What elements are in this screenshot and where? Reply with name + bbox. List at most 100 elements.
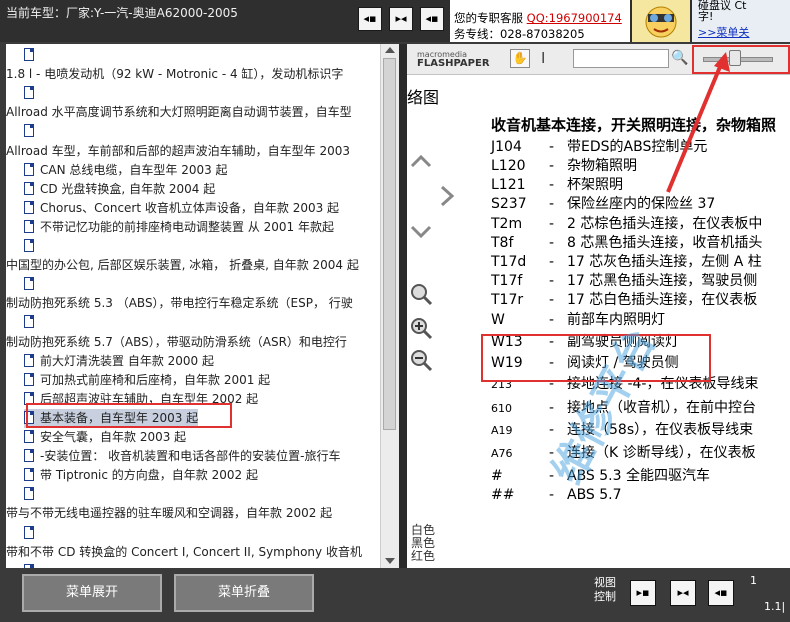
tree-item-label: 制动防抱死系统 5.7（ABS），带驱动防滑系统（ASR）和电控行 xyxy=(6,334,347,349)
tree-item-label: CD 光盘转换盒, 自年款 2004 起 xyxy=(40,181,216,196)
legend-code: T17f xyxy=(491,273,523,289)
legend-desc: 杯架照明 xyxy=(567,177,623,193)
tree-group-item[interactable]: 中国型的办公包, 后部区娱乐装置, 冰箱， 折叠桌, 自年款 2004 起 xyxy=(6,256,359,275)
scroll-up-icon[interactable] xyxy=(385,47,395,53)
chat-menu-link[interactable]: >>菜单关 xyxy=(698,24,749,40)
tree-leaf-item[interactable] xyxy=(24,237,40,256)
zoom-out-icon[interactable] xyxy=(409,348,433,372)
legend-dash: - xyxy=(549,139,555,155)
view-single-button[interactable]: ◂▪ xyxy=(358,7,382,31)
zoom-fit-icon[interactable] xyxy=(409,282,433,306)
legend-row: A76- 连接（K 诊断导线），在仪表板 xyxy=(491,442,756,462)
view-control-label: 视图 控制 xyxy=(594,576,616,603)
tree-group-item[interactable]: 1.8 l - 电喷发动机（92 kW - Motronic - 4 缸），发动… xyxy=(6,65,343,84)
annotation-arrow xyxy=(666,52,730,193)
legend-desc: 8 芯黑色插头连接，收音机插头 xyxy=(567,235,763,251)
document-icon xyxy=(24,277,34,291)
legend-code: L121 xyxy=(491,177,526,193)
view-control-single-button[interactable]: ▸▪ xyxy=(630,580,656,606)
legend-row: W - 前部车内照明灯 xyxy=(491,309,665,329)
document-icon xyxy=(24,372,34,386)
pane-divider[interactable] xyxy=(399,44,407,568)
tree-leaf-item[interactable]: 可加热式前座椅和后座椅，自年款 2001 起 xyxy=(24,371,270,390)
top-bar: 当前车型：厂家:Y-一汽-奥迪A62000-2005 ◂▪ ▸◂ ◂▪ 您的专职… xyxy=(0,0,790,42)
menu-collapse-button[interactable]: 菜单折叠 xyxy=(174,574,314,612)
legend-row: L120 - 杂物箱照明 xyxy=(491,155,637,175)
legend-dash: - xyxy=(549,312,555,328)
tree-group-item[interactable]: 带与不带无线电遥控器的驻车暖风和空调器，自年款 2002 起 xyxy=(6,504,332,523)
view-control-right-button[interactable]: ◂▪ xyxy=(708,580,734,606)
legend-row: ## - ABS 5.7 xyxy=(491,487,622,503)
tree-leaf-item[interactable]: CAN 总线电缆，自车型年 2003 起 xyxy=(24,161,228,180)
page-heading-fragment: 络图 xyxy=(407,88,440,107)
legend-row: T17d -17 芯灰色插头连接，左侧 A 柱 xyxy=(491,251,762,271)
page-up-icon[interactable] xyxy=(409,150,433,174)
document-tree: 1.8 l - 电喷发动机（92 kW - Motronic - 4 缸），发动… xyxy=(6,44,380,568)
page-down-icon[interactable] xyxy=(409,219,433,243)
document-icon xyxy=(24,430,34,443)
tree-leaf-item[interactable] xyxy=(24,122,40,141)
view-control-split-button[interactable]: ▸◂ xyxy=(670,580,696,606)
tree-leaf-item[interactable]: 安全气囊，自年款 2003 起 xyxy=(24,428,186,447)
tree-group-item[interactable]: 制动防抱死系统 5.7（ABS），带驱动防滑系统（ASR）和电控行 xyxy=(6,333,347,352)
tree-leaf-item[interactable]: -安装位置： 收音机装置和电话各部件的安装位置-旅行车 xyxy=(24,447,340,466)
qq-link[interactable]: QQ:1967900174 xyxy=(527,11,622,25)
tree-item-label: 带 Tiptronic 的方向盘，自年款 2002 起 xyxy=(40,468,258,483)
document-icon xyxy=(24,487,34,501)
legend-desc: 17 芯白色插头连接，在仪表板 xyxy=(567,292,758,308)
tree-leaf-item[interactable] xyxy=(24,46,40,65)
tree-leaf-item[interactable]: CD 光盘转换盒, 自年款 2004 起 xyxy=(24,180,215,199)
support-phone: 务专线：028-87038205 xyxy=(454,27,585,41)
support-line-1: 您的专职客服 QQ:1967900174 xyxy=(454,11,622,25)
tree-group-item[interactable]: Allroad 水平高度调节系统和大灯照明距离自动调节装置，自车型 xyxy=(6,103,352,122)
tree-item-label: Chorus、Concert 收音机立体声设备，自年款 2003 起 xyxy=(40,200,340,215)
page-next-icon[interactable] xyxy=(437,184,457,208)
hand-tool-icon[interactable]: ✋ xyxy=(510,49,530,68)
text-select-icon[interactable]: I xyxy=(541,49,545,67)
tree-leaf-item[interactable] xyxy=(24,84,40,103)
find-input[interactable] xyxy=(573,49,669,68)
document-icon xyxy=(24,353,34,367)
tree-leaf-item[interactable] xyxy=(24,275,40,294)
legend-desc: ABS 5.7 xyxy=(567,487,622,503)
bottom-bar: 菜单展开 菜单折叠 视图 控制 ▸▪ ▸◂ ◂▪ 1 1.1| xyxy=(0,568,790,622)
tree-leaf-item[interactable]: 不带记忆功能的前排座椅电动调整装置 从 2001 年款起 xyxy=(24,218,334,237)
tree-item-label: -安装位置： 收音机装置和电话各部件的安装位置-旅行车 xyxy=(40,449,341,464)
tree-scrollbar[interactable] xyxy=(380,44,399,568)
menu-expand-button[interactable]: 菜单展开 xyxy=(22,574,162,612)
document-icon xyxy=(24,239,34,252)
legend-row: T8f -8 芯黑色插头连接，收音机插头 xyxy=(491,232,762,252)
view-split-button[interactable]: ▸◂ xyxy=(389,7,413,31)
tree-item-label: 制动防抱死系统 5.3 （ABS），带电控行车稳定系统（ESP， 行驶 xyxy=(6,296,353,311)
legend-desc: 杂物箱照明 xyxy=(567,158,637,174)
legend-dash: - xyxy=(549,292,555,308)
tree-item-label: 中国型的办公包, 后部区娱乐装置, 冰箱， 折叠桌, 自年款 2004 起 xyxy=(6,258,359,273)
zoom-in-icon[interactable] xyxy=(409,316,433,340)
legend-dash: - xyxy=(549,254,555,270)
tree-leaf-item[interactable]: 带 Tiptronic 的方向盘，自年款 2002 起 xyxy=(24,466,258,485)
tree-leaf-item[interactable] xyxy=(24,485,40,504)
view-right-button[interactable]: ◂▪ xyxy=(420,7,444,31)
scroll-down-icon[interactable] xyxy=(385,558,395,564)
document-icon xyxy=(24,449,34,463)
tree-group-item[interactable]: 制动防抱死系统 5.3 （ABS），带电控行车稳定系统（ESP， 行驶 xyxy=(6,294,353,313)
side-color-notes: 白色 黑色 红色 xyxy=(411,523,436,563)
tree-leaf-item[interactable] xyxy=(24,313,40,332)
flashpaper-logo: macromedia FLASHPAPER xyxy=(417,50,490,69)
tree-group-item[interactable]: 带和不带 CD 转换盒的 Concert I, Concert II, Symp… xyxy=(6,543,362,562)
tree-leaf-item[interactable]: 前大灯清洗装置 自年款 2000 起 xyxy=(24,352,214,371)
legend-dash: - xyxy=(549,273,555,289)
tree-item-label: CAN 总线电缆，自车型年 2003 起 xyxy=(40,162,228,177)
tree-leaf-item[interactable]: Chorus、Concert 收音机立体声设备，自年款 2003 起 xyxy=(24,199,339,218)
legend-code: T17d xyxy=(491,254,527,270)
tree-item-label: 带和不带 CD 转换盒的 Concert I, Concert II, Symp… xyxy=(6,544,362,559)
tree-group-item[interactable]: Allroad 车型，车前部和后部的超声波泊车辅助，自车型年 2003 xyxy=(6,142,350,161)
legend-code: J104 xyxy=(491,139,522,155)
page-number: 1 xyxy=(750,574,757,587)
legend-code: T17r xyxy=(491,292,524,308)
legend-code: W xyxy=(491,312,505,328)
legend-row: L121 - 杯架照明 xyxy=(491,174,623,194)
scroll-thumb[interactable] xyxy=(383,58,396,430)
tree-item-label: Allroad 水平高度调节系统和大灯照明距离自动调节装置，自车型 xyxy=(6,105,352,120)
tree-leaf-item[interactable] xyxy=(24,524,40,543)
